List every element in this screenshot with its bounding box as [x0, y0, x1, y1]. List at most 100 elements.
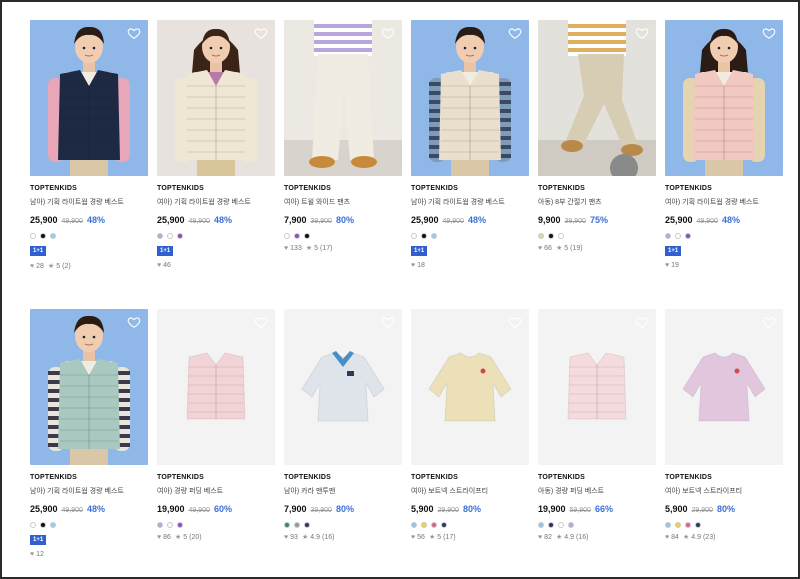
- wishlist-heart-icon[interactable]: [381, 315, 395, 329]
- product-thumbnail[interactable]: [284, 20, 402, 176]
- product-brand[interactable]: TOPTENKIDS: [30, 185, 148, 192]
- product-card[interactable]: TOPTENKIDS 여아) 경량 퍼딩 베스트 19,900 49,900 6…: [157, 309, 275, 558]
- wishlist-heart-icon[interactable]: [254, 26, 268, 40]
- product-name[interactable]: 아동) 경량 퍼딩 베스트: [538, 486, 656, 496]
- product-brand[interactable]: TOPTENKIDS: [30, 474, 148, 481]
- color-swatch[interactable]: [665, 522, 671, 528]
- product-card[interactable]: TOPTENKIDS 여아) 기획 라이트웜 경량 베스트 25,900 49,…: [157, 20, 275, 270]
- color-swatch[interactable]: [284, 522, 290, 528]
- wishlist-heart-icon[interactable]: [762, 26, 776, 40]
- product-brand[interactable]: TOPTENKIDS: [411, 474, 529, 481]
- product-image-photo-boy-ivory-vest[interactable]: [411, 20, 529, 176]
- product-name[interactable]: 여아) 기획 라이트웜 경량 베스트: [157, 197, 275, 207]
- product-thumbnail[interactable]: [411, 309, 529, 465]
- product-image-photo-boy-mint-vest[interactable]: [30, 309, 148, 465]
- color-swatch[interactable]: [685, 522, 691, 528]
- product-card[interactable]: TOPTENKIDS 남아) 기획 라이트웜 경량 베스트 25,900 49,…: [30, 309, 148, 558]
- product-brand[interactable]: TOPTENKIDS: [284, 474, 402, 481]
- product-card[interactable]: TOPTENKIDS 남아) 카라 맨투맨 7,900 39,900 80% ♥…: [284, 309, 402, 558]
- product-name[interactable]: 여아) 트윌 와이드 팬츠: [284, 197, 402, 207]
- product-image-photo-beige-pants[interactable]: [538, 20, 656, 176]
- color-swatch[interactable]: [548, 233, 554, 239]
- color-swatch[interactable]: [284, 233, 290, 239]
- product-thumbnail[interactable]: [157, 20, 275, 176]
- product-card[interactable]: TOPTENKIDS 여아) 트윌 와이드 팬츠 7,900 39,900 80…: [284, 20, 402, 270]
- product-thumbnail[interactable]: [538, 309, 656, 465]
- product-name[interactable]: 아동) 8부 간절기 팬츠: [538, 197, 656, 207]
- product-thumbnail[interactable]: [665, 20, 783, 176]
- product-name[interactable]: 여아) 경량 퍼딩 베스트: [157, 486, 275, 496]
- color-swatch[interactable]: [675, 522, 681, 528]
- color-swatch[interactable]: [304, 233, 310, 239]
- product-name[interactable]: 여아) 보트넥 스트라이프티: [411, 486, 529, 496]
- color-swatch[interactable]: [294, 233, 300, 239]
- product-image-flat-collar-sweatshirt[interactable]: [284, 309, 402, 465]
- color-swatch[interactable]: [304, 522, 310, 528]
- wishlist-heart-icon[interactable]: [762, 315, 776, 329]
- product-image-flat-pink-vest[interactable]: [157, 309, 275, 465]
- color-swatch[interactable]: [685, 233, 691, 239]
- wishlist-heart-icon[interactable]: [635, 315, 649, 329]
- product-brand[interactable]: TOPTENKIDS: [538, 185, 656, 192]
- product-image-photo-girl-ivory-vest[interactable]: [157, 20, 275, 176]
- wishlist-heart-icon[interactable]: [127, 315, 141, 329]
- product-thumbnail[interactable]: [30, 309, 148, 465]
- color-swatch[interactable]: [421, 522, 427, 528]
- product-card[interactable]: TOPTENKIDS 아동) 8부 간절기 팬츠 9,900 39,900 75…: [538, 20, 656, 270]
- product-thumbnail[interactable]: [284, 309, 402, 465]
- color-swatch[interactable]: [558, 522, 564, 528]
- wishlist-heart-icon[interactable]: [254, 315, 268, 329]
- product-brand[interactable]: TOPTENKIDS: [157, 185, 275, 192]
- color-swatch[interactable]: [548, 522, 554, 528]
- product-name[interactable]: 남아) 카라 맨투맨: [284, 486, 402, 496]
- color-swatch[interactable]: [157, 522, 163, 528]
- product-image-flat-lavender-tee[interactable]: [665, 309, 783, 465]
- product-card[interactable]: TOPTENKIDS 남아) 기획 라이트웜 경량 베스트 25,900 49,…: [411, 20, 529, 270]
- color-swatch[interactable]: [50, 522, 56, 528]
- product-name[interactable]: 남아) 기획 라이트웜 경량 베스트: [30, 486, 148, 496]
- product-image-flat-yellow-tee[interactable]: [411, 309, 529, 465]
- product-image-photo-girl-pink-vest[interactable]: [665, 20, 783, 176]
- product-brand[interactable]: TOPTENKIDS: [284, 185, 402, 192]
- product-image-photo-boy-navy-vest[interactable]: [30, 20, 148, 176]
- product-card[interactable]: TOPTENKIDS 여아) 보트넥 스트라이프티 5,900 29,900 8…: [665, 309, 783, 558]
- wishlist-heart-icon[interactable]: [508, 26, 522, 40]
- product-image-flat-light-pink-vest[interactable]: [538, 309, 656, 465]
- color-swatch[interactable]: [167, 522, 173, 528]
- color-swatch[interactable]: [441, 522, 447, 528]
- product-name[interactable]: 여아) 기획 라이트웜 경량 베스트: [665, 197, 783, 207]
- color-swatch[interactable]: [431, 522, 437, 528]
- product-thumbnail[interactable]: [665, 309, 783, 465]
- product-image-photo-wide-pants[interactable]: [284, 20, 402, 176]
- product-thumbnail[interactable]: [30, 20, 148, 176]
- color-swatch[interactable]: [294, 522, 300, 528]
- color-swatch[interactable]: [695, 522, 701, 528]
- product-brand[interactable]: TOPTENKIDS: [538, 474, 656, 481]
- color-swatch[interactable]: [568, 522, 574, 528]
- color-swatch[interactable]: [50, 233, 56, 239]
- product-thumbnail[interactable]: [157, 309, 275, 465]
- product-card[interactable]: TOPTENKIDS 아동) 경량 퍼딩 베스트 19,900 59,900 6…: [538, 309, 656, 558]
- product-brand[interactable]: TOPTENKIDS: [665, 474, 783, 481]
- product-brand[interactable]: TOPTENKIDS: [411, 185, 529, 192]
- product-card[interactable]: TOPTENKIDS 여아) 기획 라이트웜 경량 베스트 25,900 49,…: [665, 20, 783, 270]
- product-card[interactable]: TOPTENKIDS 여아) 보트넥 스트라이프티 5,900 29,900 8…: [411, 309, 529, 558]
- color-swatch[interactable]: [177, 522, 183, 528]
- color-swatch[interactable]: [558, 233, 564, 239]
- product-name[interactable]: 남아) 기획 라이트웜 경량 베스트: [30, 197, 148, 207]
- color-swatch[interactable]: [411, 522, 417, 528]
- wishlist-heart-icon[interactable]: [381, 26, 395, 40]
- product-brand[interactable]: TOPTENKIDS: [665, 185, 783, 192]
- wishlist-heart-icon[interactable]: [127, 26, 141, 40]
- product-brand[interactable]: TOPTENKIDS: [157, 474, 275, 481]
- product-name[interactable]: 여아) 보트넥 스트라이프티: [665, 486, 783, 496]
- color-swatch[interactable]: [177, 233, 183, 239]
- color-swatch[interactable]: [538, 233, 544, 239]
- product-thumbnail[interactable]: [411, 20, 529, 176]
- product-thumbnail[interactable]: [538, 20, 656, 176]
- color-swatch[interactable]: [431, 233, 437, 239]
- product-card[interactable]: TOPTENKIDS 남아) 기획 라이트웜 경량 베스트 25,900 49,…: [30, 20, 148, 270]
- color-swatch[interactable]: [538, 522, 544, 528]
- product-name[interactable]: 남아) 기획 라이트웜 경량 베스트: [411, 197, 529, 207]
- wishlist-heart-icon[interactable]: [635, 26, 649, 40]
